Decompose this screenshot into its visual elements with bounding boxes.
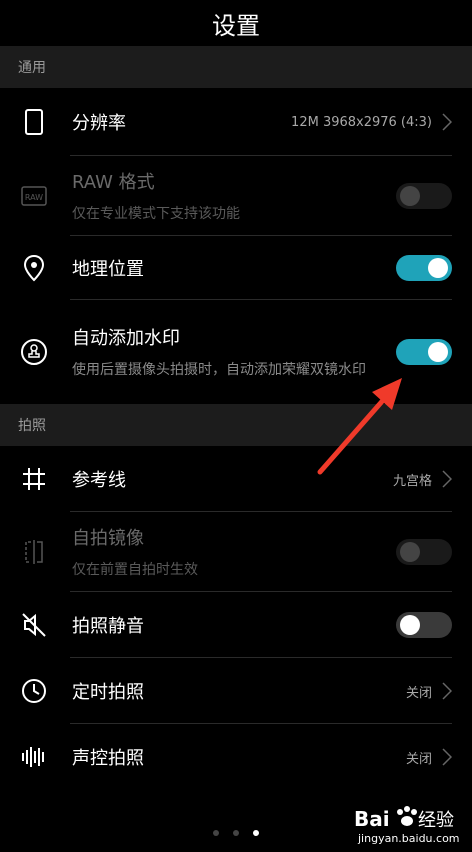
chevron-right-icon bbox=[442, 113, 452, 131]
voice-value: 关闭 bbox=[405, 751, 432, 767]
location-toggle[interactable] bbox=[396, 255, 452, 281]
page-dot bbox=[233, 830, 239, 836]
resolution-value: 12M 3968x2976 (4:3) bbox=[291, 114, 432, 130]
timer-value: 关闭 bbox=[405, 685, 432, 701]
mirror-label: 自拍镜像 bbox=[72, 528, 144, 549]
mute-label: 拍照静音 bbox=[72, 616, 144, 637]
watermark-row[interactable]: 自动添加水印 使用后置摄像头拍摄时，自动添加荣耀双镜水印 bbox=[0, 300, 472, 404]
paw-icon bbox=[397, 806, 417, 826]
general-list: 分辨率 12M 3968x2976 (4:3) RAW RAW 格式 仅在专业模… bbox=[0, 88, 472, 404]
raw-label: RAW 格式 bbox=[72, 172, 155, 193]
grid-row[interactable]: 参考线 九宫格 bbox=[0, 446, 472, 512]
raw-toggle bbox=[396, 183, 452, 209]
phone-icon bbox=[18, 106, 50, 138]
voice-row[interactable]: 声控拍照 关闭 bbox=[0, 724, 472, 790]
grid-value: 九宫格 bbox=[392, 473, 432, 489]
mute-row[interactable]: 拍照静音 bbox=[0, 592, 472, 658]
baidu-watermark-logo: Bai 经验 jingyan.baidu.com bbox=[352, 798, 462, 848]
mirror-icon bbox=[18, 536, 50, 568]
grid-label: 参考线 bbox=[72, 470, 126, 491]
raw-icon: RAW bbox=[18, 180, 50, 212]
location-row[interactable]: 地理位置 bbox=[0, 236, 472, 300]
stamp-icon bbox=[18, 336, 50, 368]
timer-label: 定时拍照 bbox=[72, 682, 144, 703]
chevron-right-icon bbox=[442, 470, 452, 488]
page-dot bbox=[213, 830, 219, 836]
page-title: 设置 bbox=[212, 11, 260, 40]
raw-row: RAW RAW 格式 仅在专业模式下支持该功能 bbox=[0, 156, 472, 236]
page-dot-active bbox=[253, 830, 259, 836]
timer-row[interactable]: 定时拍照 关闭 bbox=[0, 658, 472, 724]
watermark-sub: 使用后置摄像头拍摄时，自动添加荣耀双镜水印 bbox=[72, 362, 366, 378]
section-general: 通用 bbox=[0, 46, 472, 88]
raw-sub: 仅在专业模式下支持该功能 bbox=[72, 206, 240, 222]
chevron-right-icon bbox=[442, 682, 452, 700]
grid-icon bbox=[18, 463, 50, 495]
watermark-brand: Bai bbox=[354, 807, 390, 831]
soundwave-icon bbox=[18, 741, 50, 773]
location-pin-icon bbox=[18, 252, 50, 284]
resolution-row[interactable]: 分辨率 12M 3968x2976 (4:3) bbox=[0, 88, 472, 156]
chevron-right-icon bbox=[442, 748, 452, 766]
watermark-url: jingyan.baidu.com bbox=[357, 832, 460, 845]
mirror-sub: 仅在前置自拍时生效 bbox=[72, 562, 198, 578]
clock-icon bbox=[18, 675, 50, 707]
mute-icon bbox=[18, 609, 50, 641]
location-label: 地理位置 bbox=[72, 259, 144, 280]
resolution-label: 分辨率 bbox=[72, 113, 126, 134]
page-header: 设置 bbox=[0, 0, 472, 46]
section-label: 通用 bbox=[18, 60, 46, 76]
watermark-suffix: 经验 bbox=[418, 810, 454, 831]
watermark-label: 自动添加水印 bbox=[72, 328, 180, 349]
section-label: 拍照 bbox=[18, 418, 46, 434]
svg-text:RAW: RAW bbox=[25, 193, 43, 202]
section-photo: 拍照 bbox=[0, 404, 472, 446]
photo-list: 参考线 九宫格 自拍镜像 仅在前置自拍时生效 拍照静音 定时拍照 关闭 声控拍照… bbox=[0, 446, 472, 790]
mirror-toggle bbox=[396, 539, 452, 565]
mirror-row: 自拍镜像 仅在前置自拍时生效 bbox=[0, 512, 472, 592]
watermark-toggle[interactable] bbox=[396, 339, 452, 365]
voice-label: 声控拍照 bbox=[72, 748, 144, 769]
mute-toggle[interactable] bbox=[396, 612, 452, 638]
